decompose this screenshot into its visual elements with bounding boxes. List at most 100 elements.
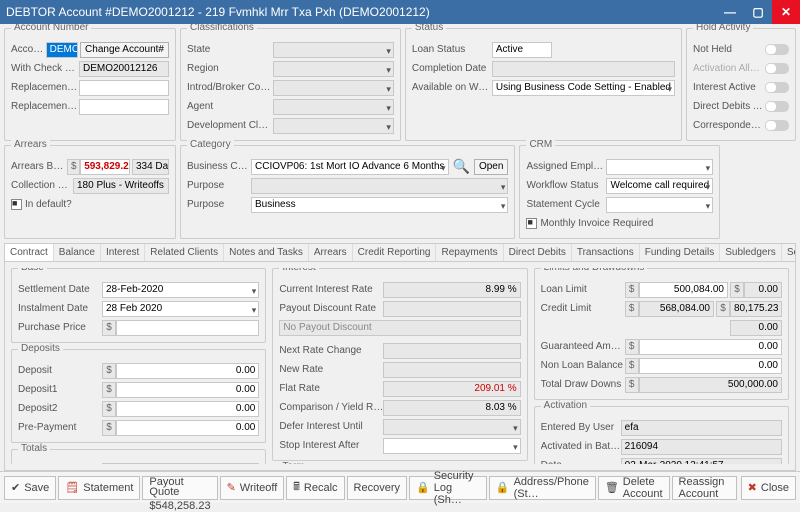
monthly-invoice-checkbox[interactable] xyxy=(526,218,537,229)
writeoff-button[interactable]: ✎Writeoff xyxy=(220,476,285,500)
tab-credit-reporting[interactable]: Credit Reporting xyxy=(353,244,437,261)
nonloan-balance-field[interactable]: 0.00 xyxy=(639,358,782,374)
tab-arrears[interactable]: Arrears xyxy=(309,244,353,261)
tab-direct-debits[interactable]: Direct Debits xyxy=(504,244,572,261)
business-code-select[interactable]: CCIOVP06: 1st Mort IO Advance 6 Months xyxy=(251,159,449,175)
recalc-icon: 🖩 xyxy=(293,478,300,497)
arrears-days-field: 334 Days xyxy=(132,159,169,175)
payout-quote-button[interactable]: Payout Quote$548,258.23 xyxy=(142,476,217,500)
no-payout-discount-label: No Payout Discount xyxy=(279,320,520,336)
recalc-button[interactable]: 🖩Recalc xyxy=(286,476,344,500)
workflow-status-select[interactable]: Welcome call required xyxy=(606,178,713,194)
deposit1-field[interactable]: 0.00 xyxy=(116,382,259,398)
security-log-button[interactable]: 🔒Security Log (Sh… xyxy=(409,476,487,500)
credit-limit-field: 568,084.00 xyxy=(639,301,714,317)
tab-balance[interactable]: Balance xyxy=(54,244,101,261)
deposit2-field[interactable]: 0.00 xyxy=(116,401,259,417)
reassign-account-button[interactable]: Reassign Account xyxy=(672,476,737,500)
in-default-checkbox[interactable] xyxy=(11,199,22,210)
purpose2-select[interactable]: Business xyxy=(251,197,508,213)
check-digit-field: DEMO20012126 xyxy=(79,61,169,77)
check-icon: ✔ xyxy=(11,481,20,494)
maximize-button[interactable]: ▢ xyxy=(744,0,772,24)
guaranteed-amount-field[interactable]: 0.00 xyxy=(639,339,782,355)
purpose-select[interactable] xyxy=(251,178,508,194)
defer-interest-field[interactable] xyxy=(383,419,520,435)
interest-active-toggle[interactable] xyxy=(765,82,789,93)
bottom-toolbar: ✔Save 🗒Statement Payout Quote$548,258.23… xyxy=(0,471,800,503)
tab-transactions[interactable]: Transactions xyxy=(572,244,640,261)
loan-limit-extra-field: 0.00 xyxy=(744,282,782,298)
arrears-group: Arrears Arrears Balance $ 593,829.28 334… xyxy=(4,145,176,239)
category-group: Category Business Code CCIOVP06: 1st Mor… xyxy=(180,145,515,239)
tab-contract[interactable]: Contract xyxy=(5,244,54,262)
agent-select[interactable] xyxy=(273,99,394,115)
comparison-rate-field: 8.03 % xyxy=(383,400,520,416)
activation-allowed-toggle[interactable] xyxy=(765,63,789,74)
stop-interest-field[interactable] xyxy=(383,438,520,454)
introducer-select[interactable] xyxy=(273,80,394,96)
tab-notes-and-tasks[interactable]: Notes and Tasks xyxy=(224,244,309,261)
settlement-date-field[interactable]: 28-Feb-2020 xyxy=(102,282,259,298)
close-window-button[interactable]: ✕ xyxy=(772,0,800,24)
instalment-date-field[interactable]: 28 Feb 2020 xyxy=(102,301,259,317)
activation-group: Activation Entered By Userefa Activated … xyxy=(534,406,789,464)
entered-by-field: efa xyxy=(621,420,782,436)
recovery-button[interactable]: Recovery xyxy=(347,476,407,500)
trash-icon: 🗑 xyxy=(605,481,619,494)
deposit-field[interactable]: 0.00 xyxy=(116,363,259,379)
purchase-price-field[interactable] xyxy=(116,320,259,336)
correspondence-active-toggle[interactable] xyxy=(765,120,789,131)
assigned-employee-select[interactable] xyxy=(606,159,713,175)
lock-icon: 🔒 xyxy=(416,481,430,494)
writeoff-icon: ✎ xyxy=(227,481,236,494)
open-button[interactable]: Open xyxy=(474,159,508,175)
arrears-balance-field: 593,829.28 xyxy=(80,159,130,175)
activation-date-field: 02-Mar-2020 13:41:57 xyxy=(621,458,782,465)
delete-account-button[interactable]: 🗑Delete Account xyxy=(598,476,670,500)
lock-icon: 🔒 xyxy=(496,481,510,494)
statement-icon: 🗒 xyxy=(65,481,79,494)
loan-limit-field[interactable]: 500,084.00 xyxy=(639,282,728,298)
interest-group: Interest Current Interest Rate8.99 % Pay… xyxy=(272,268,527,461)
not-held-toggle[interactable] xyxy=(765,44,789,55)
titlebar: DEBTOR Account #DEMO2001212 - 219 Fvmhkl… xyxy=(0,0,800,24)
activated-batch-field: 216094 xyxy=(621,439,782,455)
tab-interest[interactable]: Interest xyxy=(101,244,145,261)
account-number-group: Account Number Account Number DEMO200121… xyxy=(4,28,176,141)
search-icon[interactable]: 🔍 xyxy=(453,158,470,175)
classifications-group: Classifications State Region Introd/Brok… xyxy=(180,28,401,141)
prepayment-field[interactable]: 0.00 xyxy=(116,420,259,436)
state-select[interactable] xyxy=(273,42,394,58)
dd-active-toggle[interactable] xyxy=(765,101,789,112)
next-rate-change-field xyxy=(383,343,520,359)
change-account-button[interactable]: Change Account# xyxy=(80,42,169,58)
credit-limit-extra-field: 80,175.23 xyxy=(730,301,782,317)
replacement1-field[interactable] xyxy=(79,80,169,96)
current-rate-field: 8.99 % xyxy=(383,282,520,298)
tab-subledgers[interactable]: Subledgers xyxy=(720,244,782,261)
tab-related-clients[interactable]: Related Clients xyxy=(145,244,224,261)
tab-security[interactable]: Security xyxy=(782,244,795,261)
tab-funding-details[interactable]: Funding Details xyxy=(640,244,720,261)
status-group: Status Loan StatusActive Completion Date… xyxy=(405,28,682,141)
statement-cycle-select[interactable] xyxy=(606,197,713,213)
save-button[interactable]: ✔Save xyxy=(4,476,56,500)
window-title: DEBTOR Account #DEMO2001212 - 219 Fvmhkl… xyxy=(6,5,430,19)
devclass-select[interactable] xyxy=(273,118,394,134)
total-drawdowns-field: 500,000.00 xyxy=(639,377,782,393)
loan-status-field[interactable]: Active xyxy=(492,42,552,58)
close-button[interactable]: ✖Close xyxy=(741,476,796,500)
deposits-group: Deposits Deposit$0.00 Deposit1$0.00 Depo… xyxy=(11,349,266,443)
flat-rate-field: 209.01 % xyxy=(383,381,520,397)
account-number-field[interactable]: DEMO2001212 xyxy=(46,42,78,58)
replacement2-field[interactable] xyxy=(79,99,169,115)
region-select[interactable] xyxy=(273,61,394,77)
available-web-select[interactable]: Using Business Code Setting - Enabled xyxy=(492,80,675,96)
close-icon: ✖ xyxy=(748,481,757,494)
address-phone-button[interactable]: 🔒Address/Phone (St… xyxy=(489,476,596,500)
statement-button[interactable]: 🗒Statement xyxy=(58,476,140,500)
tab-repayments[interactable]: Repayments xyxy=(436,244,503,261)
collection-status-field: 180 Plus - Writeoffs xyxy=(73,178,169,194)
minimize-button[interactable]: — xyxy=(716,0,744,24)
